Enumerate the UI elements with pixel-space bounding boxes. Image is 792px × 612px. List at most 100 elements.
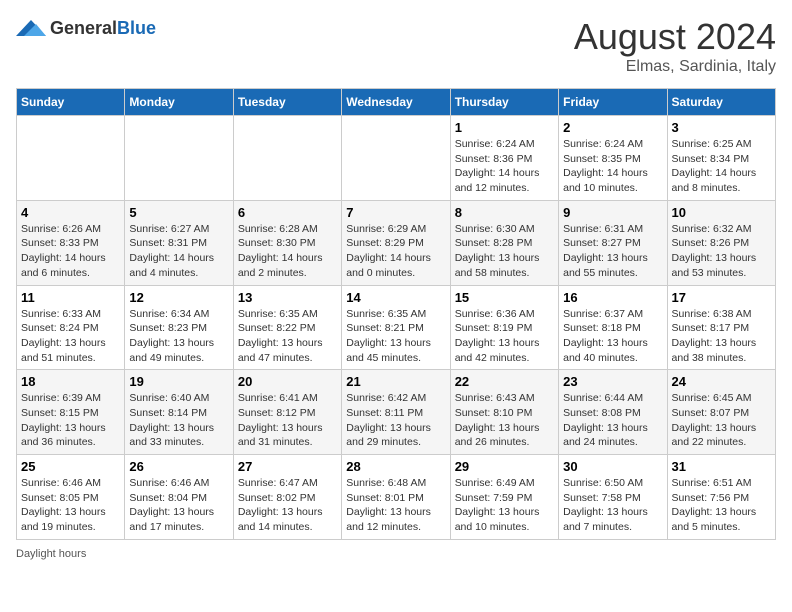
day-info: Sunrise: 6:41 AM Sunset: 8:12 PM Dayligh… [238, 391, 337, 450]
cell-w1-d6: 3Sunrise: 6:25 AM Sunset: 8:34 PM Daylig… [667, 116, 775, 201]
cell-w2-d0: 4 Sunrise: 6:26 AM Sunset: 8:33 PM Daylig… [17, 200, 125, 285]
day-number: 19 [129, 374, 228, 389]
week-row-5: 25 Sunrise: 6:46 AM Sunset: 8:05 PM Dayli… [17, 455, 776, 540]
day-number: 10 [672, 205, 771, 220]
cell-w2-d3: 7Sunrise: 6:29 AM Sunset: 8:29 PM Daylig… [342, 200, 450, 285]
col-thursday: Thursday [450, 89, 558, 116]
cell-w1-d2 [233, 116, 341, 201]
day-number: 2 [563, 120, 662, 135]
day-number: 12 [129, 290, 228, 305]
cell-w3-d4: 15 Sunrise: 6:36 AM Sunset: 8:19 PM Dayli… [450, 285, 558, 370]
cell-w4-d2: 20 Sunrise: 6:41 AM Sunset: 8:12 PM Dayli… [233, 370, 341, 455]
cell-w2-d4: 8Sunrise: 6:30 AM Sunset: 8:28 PM Daylig… [450, 200, 558, 285]
col-monday: Monday [125, 89, 233, 116]
cell-w5-d5: 30 Sunrise: 6:50 AM Sunset: 7:58 PM Dayli… [559, 455, 667, 540]
day-info: Sunrise: 6:26 AM Sunset: 8:33 PM Dayligh… [21, 222, 120, 281]
week-row-3: 11Sunrise: 6:33 AM Sunset: 8:24 PM Dayli… [17, 285, 776, 370]
calendar-table: Sunday Monday Tuesday Wednesday Thursday… [16, 88, 776, 540]
logo: GeneralBlue [16, 16, 156, 40]
day-number: 5 [129, 205, 228, 220]
day-number: 4 [21, 205, 120, 220]
day-number: 22 [455, 374, 554, 389]
cell-w3-d3: 14 Sunrise: 6:35 AM Sunset: 8:21 PM Dayli… [342, 285, 450, 370]
logo-text: GeneralBlue [50, 18, 156, 39]
day-number: 30 [563, 459, 662, 474]
day-info: Sunrise: 6:31 AM Sunset: 8:27 PM Dayligh… [563, 222, 662, 281]
day-info: Sunrise: 6:39 AM Sunset: 8:15 PM Dayligh… [21, 391, 120, 450]
day-info: Sunrise: 6:24 AM Sunset: 8:35 PM Dayligh… [563, 137, 662, 196]
day-info: Sunrise: 6:35 AM Sunset: 8:21 PM Dayligh… [346, 307, 445, 366]
cell-w5-d6: 31Sunrise: 6:51 AM Sunset: 7:56 PM Dayli… [667, 455, 775, 540]
calendar-header-row: Sunday Monday Tuesday Wednesday Thursday… [17, 89, 776, 116]
day-info: Sunrise: 6:51 AM Sunset: 7:56 PM Dayligh… [672, 476, 771, 535]
day-number: 17 [672, 290, 771, 305]
cell-w4-d1: 19 Sunrise: 6:40 AM Sunset: 8:14 PM Dayli… [125, 370, 233, 455]
cell-w4-d5: 23 Sunrise: 6:44 AM Sunset: 8:08 PM Dayli… [559, 370, 667, 455]
cell-w4-d6: 24 Sunrise: 6:45 AM Sunset: 8:07 PM Dayli… [667, 370, 775, 455]
day-number: 21 [346, 374, 445, 389]
day-number: 24 [672, 374, 771, 389]
cell-w2-d6: 10 Sunrise: 6:32 AM Sunset: 8:26 PM Dayli… [667, 200, 775, 285]
cell-w1-d4: 1 Sunrise: 6:24 AM Sunset: 8:36 PM Daylig… [450, 116, 558, 201]
col-wednesday: Wednesday [342, 89, 450, 116]
day-info: Sunrise: 6:28 AM Sunset: 8:30 PM Dayligh… [238, 222, 337, 281]
day-info: Sunrise: 6:32 AM Sunset: 8:26 PM Dayligh… [672, 222, 771, 281]
day-info: Sunrise: 6:37 AM Sunset: 8:18 PM Dayligh… [563, 307, 662, 366]
footer: Daylight hours [16, 548, 776, 560]
day-info: Sunrise: 6:33 AM Sunset: 8:24 PM Dayligh… [21, 307, 120, 366]
day-number: 3 [672, 120, 771, 135]
day-info: Sunrise: 6:47 AM Sunset: 8:02 PM Dayligh… [238, 476, 337, 535]
day-info: Sunrise: 6:45 AM Sunset: 8:07 PM Dayligh… [672, 391, 771, 450]
day-number: 16 [563, 290, 662, 305]
day-number: 15 [455, 290, 554, 305]
day-info: Sunrise: 6:24 AM Sunset: 8:36 PM Dayligh… [455, 137, 554, 196]
day-info: Sunrise: 6:29 AM Sunset: 8:29 PM Dayligh… [346, 222, 445, 281]
cell-w3-d0: 11Sunrise: 6:33 AM Sunset: 8:24 PM Dayli… [17, 285, 125, 370]
day-info: Sunrise: 6:50 AM Sunset: 7:58 PM Dayligh… [563, 476, 662, 535]
day-info: Sunrise: 6:46 AM Sunset: 8:05 PM Dayligh… [21, 476, 120, 535]
cell-w4-d3: 21 Sunrise: 6:42 AM Sunset: 8:11 PM Dayli… [342, 370, 450, 455]
cell-w5-d2: 27 Sunrise: 6:47 AM Sunset: 8:02 PM Dayli… [233, 455, 341, 540]
title-section: August 2024 Elmas, Sardinia, Italy [574, 16, 776, 76]
day-number: 1 [455, 120, 554, 135]
week-row-4: 18Sunrise: 6:39 AM Sunset: 8:15 PM Dayli… [17, 370, 776, 455]
day-info: Sunrise: 6:40 AM Sunset: 8:14 PM Dayligh… [129, 391, 228, 450]
month-year: August 2024 [574, 16, 776, 58]
day-number: 27 [238, 459, 337, 474]
day-number: 29 [455, 459, 554, 474]
week-row-2: 4 Sunrise: 6:26 AM Sunset: 8:33 PM Daylig… [17, 200, 776, 285]
day-number: 25 [21, 459, 120, 474]
day-info: Sunrise: 6:38 AM Sunset: 8:17 PM Dayligh… [672, 307, 771, 366]
day-info: Sunrise: 6:42 AM Sunset: 8:11 PM Dayligh… [346, 391, 445, 450]
col-sunday: Sunday [17, 89, 125, 116]
location: Elmas, Sardinia, Italy [574, 58, 776, 76]
day-info: Sunrise: 6:49 AM Sunset: 7:59 PM Dayligh… [455, 476, 554, 535]
day-info: Sunrise: 6:36 AM Sunset: 8:19 PM Dayligh… [455, 307, 554, 366]
cell-w5-d0: 25 Sunrise: 6:46 AM Sunset: 8:05 PM Dayli… [17, 455, 125, 540]
day-number: 20 [238, 374, 337, 389]
logo-general: General [50, 18, 117, 38]
day-number: 14 [346, 290, 445, 305]
cell-w1-d1 [125, 116, 233, 201]
day-number: 13 [238, 290, 337, 305]
cell-w3-d2: 13Sunrise: 6:35 AM Sunset: 8:22 PM Dayli… [233, 285, 341, 370]
day-number: 6 [238, 205, 337, 220]
day-info: Sunrise: 6:43 AM Sunset: 8:10 PM Dayligh… [455, 391, 554, 450]
cell-w2-d1: 5Sunrise: 6:27 AM Sunset: 8:31 PM Daylig… [125, 200, 233, 285]
cell-w3-d6: 17 Sunrise: 6:38 AM Sunset: 8:17 PM Dayli… [667, 285, 775, 370]
cell-w2-d2: 6 Sunrise: 6:28 AM Sunset: 8:30 PM Daylig… [233, 200, 341, 285]
daylight-label: Daylight hours [16, 548, 86, 560]
day-number: 28 [346, 459, 445, 474]
col-tuesday: Tuesday [233, 89, 341, 116]
cell-w1-d3 [342, 116, 450, 201]
day-info: Sunrise: 6:34 AM Sunset: 8:23 PM Dayligh… [129, 307, 228, 366]
week-row-1: 1 Sunrise: 6:24 AM Sunset: 8:36 PM Daylig… [17, 116, 776, 201]
cell-w3-d1: 12 Sunrise: 6:34 AM Sunset: 8:23 PM Dayli… [125, 285, 233, 370]
day-info: Sunrise: 6:30 AM Sunset: 8:28 PM Dayligh… [455, 222, 554, 281]
cell-w5-d3: 28 Sunrise: 6:48 AM Sunset: 8:01 PM Dayli… [342, 455, 450, 540]
day-info: Sunrise: 6:48 AM Sunset: 8:01 PM Dayligh… [346, 476, 445, 535]
day-info: Sunrise: 6:44 AM Sunset: 8:08 PM Dayligh… [563, 391, 662, 450]
day-number: 23 [563, 374, 662, 389]
day-number: 26 [129, 459, 228, 474]
cell-w5-d1: 26Sunrise: 6:46 AM Sunset: 8:04 PM Dayli… [125, 455, 233, 540]
